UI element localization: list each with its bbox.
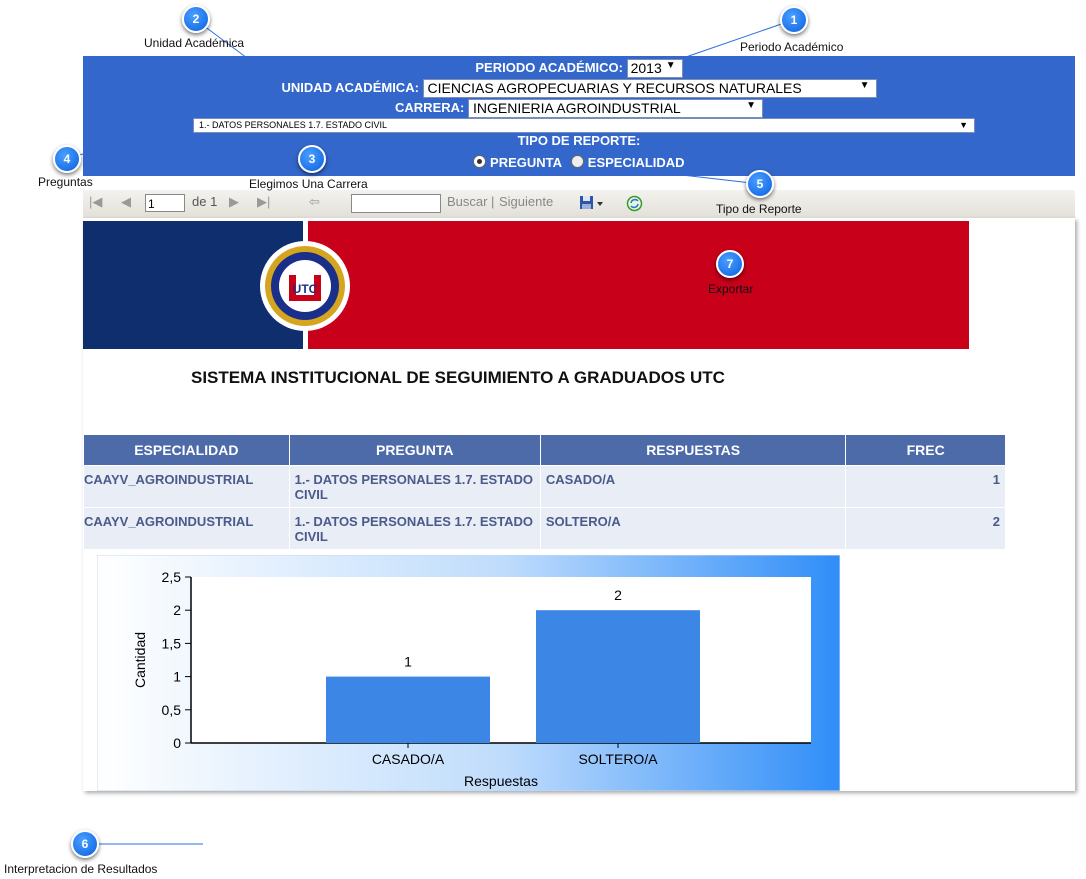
y-tick-label: 1 [173,669,181,685]
callout-1: 1 [780,6,808,34]
callout-6: 6 [71,830,99,858]
back-icon[interactable]: ⇦ [309,194,320,210]
cell: CAAYV_AGROINDUSTRIAL [83,465,290,508]
report-toolbar: |◀ ◀ 1 de 1 ▶ ▶| ⇦ Buscar | Siguiente [83,190,1075,219]
pregunta-select[interactable]: 1.- DATOS PERSONALES 1.7. ESTADO CIVIL ▼ [193,118,975,133]
y-tick-label: 1,5 [162,635,182,651]
export-button[interactable] [579,195,605,216]
callout-3-label: Elegimos Una Carrera [249,177,368,191]
dropdown-arrow-icon: ▼ [959,120,968,130]
callout-6-label: Interpretacion de Resultados [4,862,158,876]
col-header: FREC [845,434,1006,466]
bar-chart: 0 0,5 1 1,5 2 2,5 1 CASADO/A 2 SOLTERO/A Respuesta… [97,555,840,791]
prev-page-icon[interactable]: ◀ [121,194,131,210]
y-tick-label: 2 [173,602,181,618]
table-row: CAAYV_AGROINDUSTRIAL 1.- DATOS PERSONALE… [83,507,1006,550]
banner: UTC [83,221,969,349]
x-tick-label: CASADO/A [372,751,445,767]
cell: 1.- DATOS PERSONALES 1.7. ESTADO CIVIL [288,507,541,550]
callout-4: 4 [53,145,81,173]
bar [326,676,490,743]
callout-7: 7 [716,250,744,278]
bar [536,610,700,743]
periodo-select[interactable]: 2013 ▼ [626,59,683,78]
search-input[interactable] [351,194,441,213]
cell: 2 [845,507,1006,550]
first-page-icon[interactable]: |◀ [89,194,102,210]
dropdown-arrow-icon: ▼ [746,100,756,111]
x-axis-title: Respuestas [464,773,538,789]
cell: CAAYV_AGROINDUSTRIAL [83,507,290,550]
callout-2: 2 [182,5,210,33]
carrera-select[interactable]: INGENIERIA AGROINDUSTRIAL ▼ [467,99,763,118]
refresh-icon[interactable] [626,195,643,217]
col-header: ESPECIALIDAD [83,434,290,466]
utc-logo: UTC [260,241,350,331]
logo-text: UTC [293,282,318,296]
carrera-label: CARRERA: [395,99,465,115]
callout-1-label: Periodo Académico [740,40,844,54]
y-tick-label: 0 [173,735,181,751]
radio-especialidad-label: ESPECIALIDAD [587,155,685,170]
callout-3: 3 [298,145,326,173]
siguiente-link[interactable]: Siguiente [499,194,553,209]
cell: SOLTERO/A [539,507,847,550]
table-row: CAAYV_AGROINDUSTRIAL 1.- DATOS PERSONALE… [83,465,1006,508]
radio-especialidad[interactable] [571,155,585,168]
next-page-icon[interactable]: ▶ [229,194,239,210]
y-axis-title: Cantidad [132,632,148,688]
callout-5-label: Tipo de Reporte [716,202,802,216]
col-header: PREGUNTA [288,434,541,466]
save-disk-icon [580,196,603,209]
report-title: SISTEMA INSTITUCIONAL DE SEGUIMIENTO A G… [191,368,725,387]
cell: CASADO/A [539,465,847,508]
report-table: ESPECIALIDAD PREGUNTA RESPUESTAS FREC CA… [83,434,1006,550]
page-number-input[interactable]: 1 [145,194,185,212]
last-page-icon[interactable]: ▶| [257,194,270,210]
toolbar-separator: | [491,194,495,209]
callout-5: 5 [746,170,774,198]
report-area: UTC SISTEMA INSTITUCIONAL DE SEGUIMIENTO… [83,218,1075,791]
callout-2-label: Unidad Académica [144,36,245,50]
y-tick-label: 2,5 [162,569,182,585]
page-count: de 1 [192,194,218,209]
dropdown-arrow-icon: ▼ [859,80,870,91]
radio-pregunta-label: PREGUNTA [490,155,562,170]
data-label: 1 [404,654,412,670]
cell: 1.- DATOS PERSONALES 1.7. ESTADO CIVIL [288,465,541,508]
radio-pregunta[interactable] [473,155,487,168]
dropdown-arrow-icon: ▼ [665,60,676,71]
callout-4-label: Preguntas [38,175,93,189]
periodo-label: PERIODO ACADÉMICO: [475,59,623,75]
cell: 1 [845,465,1006,508]
tipo-reporte-label: TIPO DE REPORTE: [517,133,641,148]
data-label: 2 [614,587,622,603]
filter-panel: PERIODO ACADÉMICO: 2013 ▼ UNIDAD ACADÉMI… [83,56,1075,176]
col-header: RESPUESTAS [539,434,847,466]
y-tick-label: 0,5 [162,702,182,718]
callout-7-label: Exportar [708,282,754,296]
unidad-label: UNIDAD ACADÉMICA: [281,79,419,95]
x-tick-label: SOLTERO/A [578,751,658,767]
unidad-select[interactable]: CIENCIAS AGROPECUARIAS Y RECURSOS NATURA… [422,79,877,98]
buscar-link[interactable]: Buscar [447,194,487,209]
